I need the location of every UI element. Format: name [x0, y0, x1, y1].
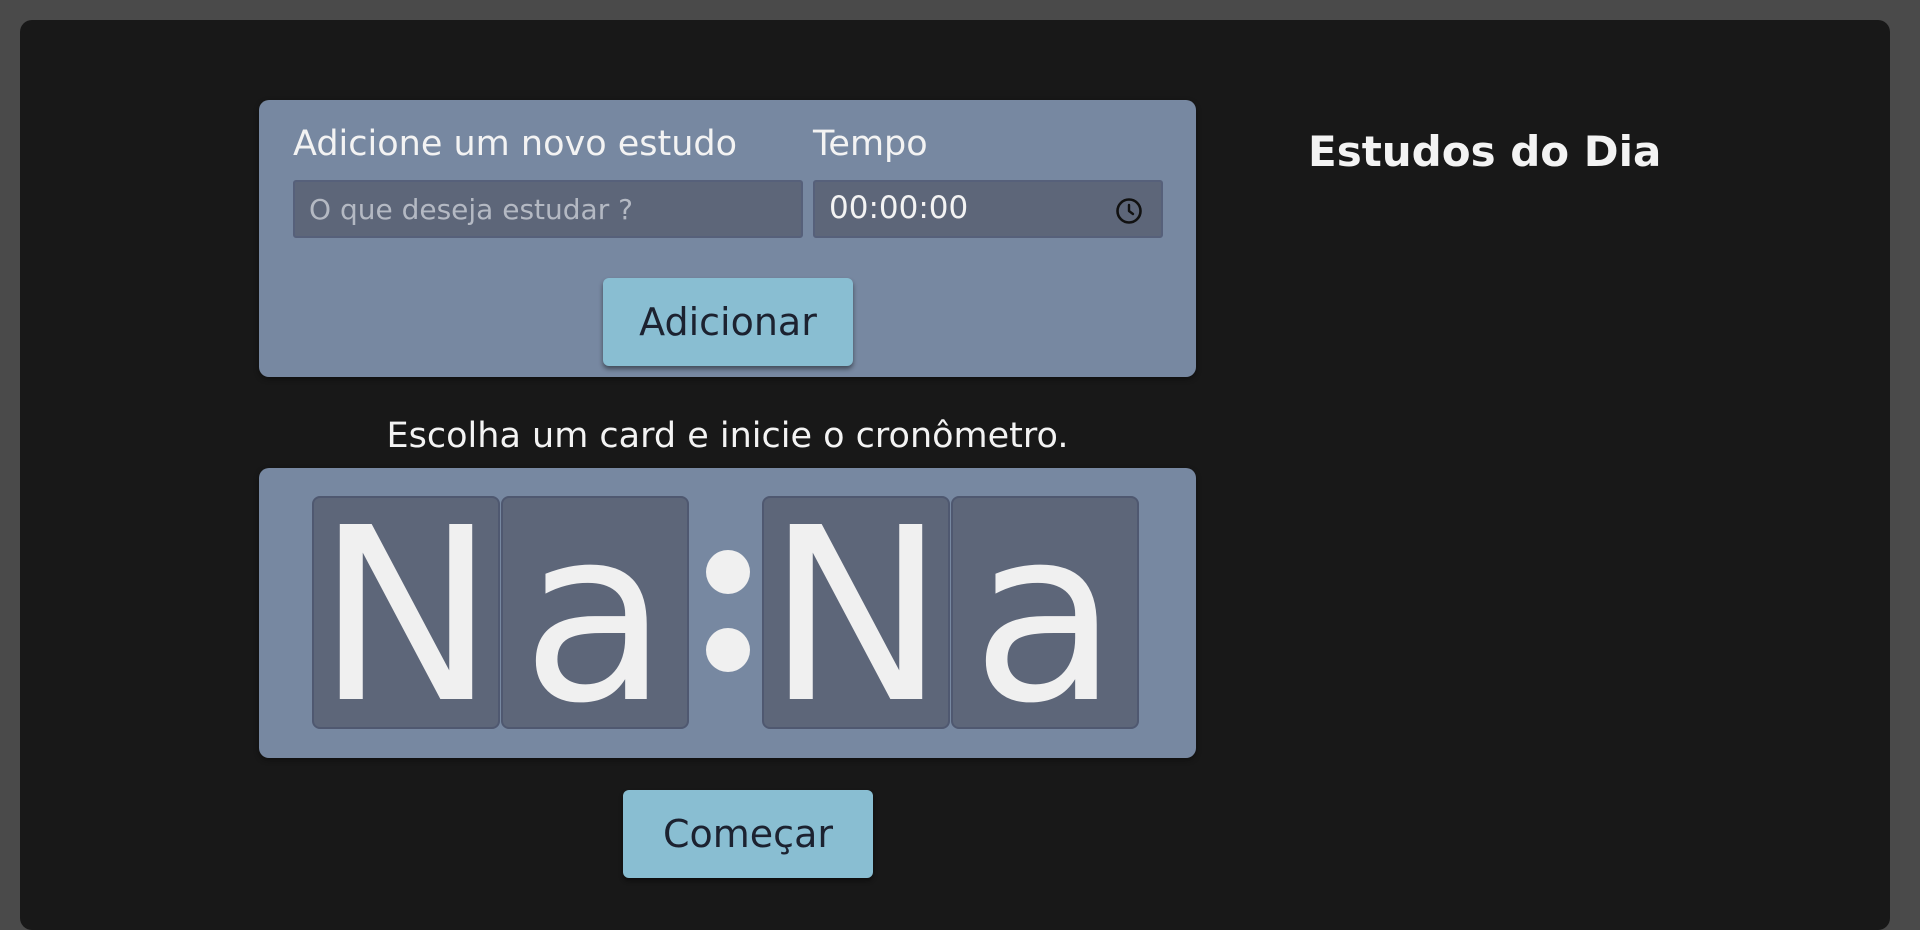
seconds-ones-card: a	[951, 496, 1139, 729]
separator-dot-bottom	[706, 628, 750, 672]
timer-display: N a N a	[259, 468, 1196, 758]
separator-dot-top	[706, 550, 750, 594]
minutes-ones-digit: a	[521, 496, 669, 729]
study-input[interactable]	[293, 180, 803, 238]
seconds-ones-digit: a	[971, 496, 1119, 729]
daily-studies-title: Estudos do Dia	[1308, 126, 1662, 176]
seconds-tens-card: N	[762, 496, 950, 729]
timer-hint: Escolha um card e inicie o cronômetro.	[386, 416, 1069, 456]
add-button[interactable]: Adicionar	[603, 278, 853, 366]
time-value: 00:00:00	[829, 190, 969, 226]
time-input[interactable]: 00:00:00	[813, 180, 1163, 238]
minutes-tens-digit: N	[316, 496, 496, 729]
clock-icon[interactable]	[1115, 197, 1143, 225]
minutes-tens-card: N	[312, 496, 500, 729]
seconds-tens-digit: N	[766, 496, 946, 729]
minutes-ones-card: a	[501, 496, 689, 729]
add-study-panel: Adicione um novo estudo Tempo 00:00:00 A…	[259, 100, 1196, 377]
time-label: Tempo	[813, 124, 928, 164]
start-button[interactable]: Começar	[623, 790, 873, 878]
study-label: Adicione um novo estudo	[293, 124, 738, 164]
app-window: Adicione um novo estudo Tempo 00:00:00 A…	[20, 20, 1890, 930]
timer-separator	[703, 538, 753, 698]
